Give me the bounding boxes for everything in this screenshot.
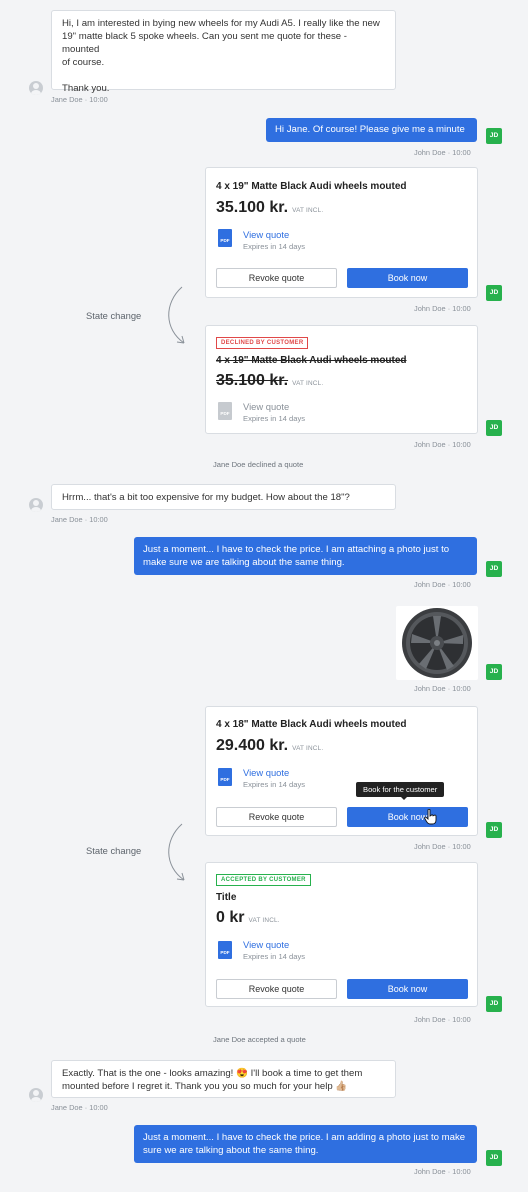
state-change-arrow-icon xyxy=(168,286,185,344)
view-quote-link[interactable]: View quote xyxy=(243,767,289,778)
message-meta: John Doe · 10:00 xyxy=(414,580,471,589)
book-now-button[interactable]: Book now xyxy=(347,979,468,999)
message-text: Hrrm... that's a bit too expensive for m… xyxy=(62,492,350,503)
vat-label: VAT INCL. xyxy=(248,917,280,924)
message-meta: John Doe · 10:00 xyxy=(414,842,471,851)
hand-cursor-icon xyxy=(424,809,437,825)
price-value: 35.100 kr. xyxy=(216,372,289,389)
incoming-message: Hi, I am interested in bying new wheels … xyxy=(51,10,396,94)
revoke-quote-button[interactable]: Revoke quote xyxy=(216,807,337,827)
book-now-button[interactable]: Book now xyxy=(347,268,468,288)
price-value: 29.400 kr. xyxy=(216,737,289,754)
agent-avatar: JD xyxy=(486,996,502,1012)
quote-title: 4 x 18" Matte Black Audi wheels mouted xyxy=(216,719,407,730)
book-now-button[interactable]: Book now xyxy=(347,807,468,827)
view-quote-link[interactable]: View quote xyxy=(243,229,289,240)
message-meta: John Doe · 10:00 xyxy=(414,1015,471,1024)
quote-card-accepted: ACCEPTED BY CUSTOMER Title 0 kr VAT INCL.… xyxy=(205,862,478,1007)
view-quote-link[interactable]: View quote xyxy=(243,939,289,950)
incoming-message: Hrrm... that's a bit too expensive for m… xyxy=(51,484,396,510)
agent-avatar: JD xyxy=(486,420,502,436)
book-now-label: Book now xyxy=(387,812,428,822)
declined-badge: DECLINED BY CUSTOMER xyxy=(216,337,309,349)
quote-card-declined: DECLINED BY CUSTOMER 4 x 19" Matte Black… xyxy=(205,325,478,434)
wheel-photo-icon xyxy=(402,608,472,678)
pdf-icon: PDF xyxy=(218,768,232,786)
message-line: of course. xyxy=(62,57,105,68)
message-meta: John Doe · 10:00 xyxy=(414,1167,471,1176)
message-meta: Jane Doe · 10:00 xyxy=(51,95,108,104)
quote-title: 4 x 19" Matte Black Audi wheels mouted xyxy=(216,355,407,366)
message-meta: Jane Doe · 10:00 xyxy=(51,515,108,524)
agent-avatar: JD xyxy=(486,561,502,577)
expires-text: Expires in 14 days xyxy=(243,780,306,789)
vat-label: VAT INCL. xyxy=(292,207,324,214)
wheel-photo[interactable] xyxy=(396,606,478,680)
quote-price: 35.100 kr. VAT INCL. xyxy=(216,372,323,390)
quote-title: 4 x 19" Matte Black Audi wheels mouted xyxy=(216,181,407,192)
message-meta: John Doe · 10:00 xyxy=(414,440,471,449)
message-line xyxy=(62,69,385,82)
accepted-badge: ACCEPTED BY CUSTOMER xyxy=(216,874,311,886)
agent-avatar: JD xyxy=(486,128,502,144)
message-line: Just a moment... I have to check the pri… xyxy=(143,544,450,555)
message-meta: John Doe · 10:00 xyxy=(414,304,471,313)
tooltip-arrow xyxy=(400,796,408,800)
system-event: Jane Doe accepted a quote xyxy=(213,1035,306,1044)
customer-avatar xyxy=(29,1088,43,1102)
message-line: Thank you. xyxy=(62,83,110,94)
price-value: 0 kr xyxy=(216,909,245,926)
incoming-message: Exactly. That is the one - looks amazing… xyxy=(51,1060,396,1098)
vat-label: VAT INCL. xyxy=(292,745,324,752)
state-change-label: State change xyxy=(86,845,142,856)
quote-price: 0 kr VAT INCL. xyxy=(216,909,280,927)
outgoing-message: Just a moment... I have to check the pri… xyxy=(134,1125,477,1163)
message-meta: Jane Doe · 10:00 xyxy=(51,1103,108,1112)
message-line: Hi, I am interested in bying new wheels … xyxy=(62,18,380,29)
expires-text: Expires in 14 days xyxy=(243,242,306,251)
customer-avatar xyxy=(29,81,43,95)
pdf-icon: PDF xyxy=(218,229,232,247)
outgoing-message: Hi Jane. Of course! Please give me a min… xyxy=(266,118,477,142)
message-line: make sure we are talking about the same … xyxy=(143,557,345,568)
price-value: 35.100 kr. xyxy=(216,199,289,216)
revoke-quote-button[interactable]: Revoke quote xyxy=(216,979,337,999)
customer-avatar xyxy=(29,498,43,512)
agent-avatar: JD xyxy=(486,1150,502,1166)
pdf-icon: PDF xyxy=(218,941,232,959)
outgoing-message: Just a moment... I have to check the pri… xyxy=(134,537,477,575)
message-meta: John Doe · 10:00 xyxy=(414,148,471,157)
message-line: 19" matte black 5 spoke wheels. Can you … xyxy=(62,31,347,55)
quote-price: 35.100 kr. VAT INCL. xyxy=(216,199,323,217)
view-quote-link[interactable]: View quote xyxy=(243,401,289,412)
quote-price: 29.400 kr. VAT INCL. xyxy=(216,737,323,755)
pdf-icon: PDF xyxy=(218,402,232,420)
agent-avatar: JD xyxy=(486,822,502,838)
message-text: Hi Jane. Of course! Please give me a min… xyxy=(275,124,465,135)
message-line: Exactly. That is the one - looks amazing… xyxy=(62,1068,363,1079)
tooltip: Book for the customer xyxy=(356,782,445,797)
agent-avatar: JD xyxy=(486,664,502,680)
expires-text: Expires in 14 days xyxy=(243,952,306,961)
quote-card: 4 x 19" Matte Black Audi wheels mouted 3… xyxy=(205,167,478,298)
state-change-arrow-icon xyxy=(168,823,185,881)
vat-label: VAT INCL. xyxy=(292,380,324,387)
message-meta: John Doe · 10:00 xyxy=(414,684,471,693)
state-change-label: State change xyxy=(86,310,142,321)
system-event: Jane Doe declined a quote xyxy=(213,460,304,469)
message-line: Just a moment... I have to check the pri… xyxy=(143,1132,466,1143)
expires-text: Expires in 14 days xyxy=(243,414,306,423)
agent-avatar: JD xyxy=(486,285,502,301)
message-line: mounted before I regret it. Thank you yo… xyxy=(62,1081,348,1092)
quote-title: Title xyxy=(216,892,237,903)
message-line: sure we are talking about the same thing… xyxy=(143,1145,319,1156)
revoke-quote-button[interactable]: Revoke quote xyxy=(216,268,337,288)
